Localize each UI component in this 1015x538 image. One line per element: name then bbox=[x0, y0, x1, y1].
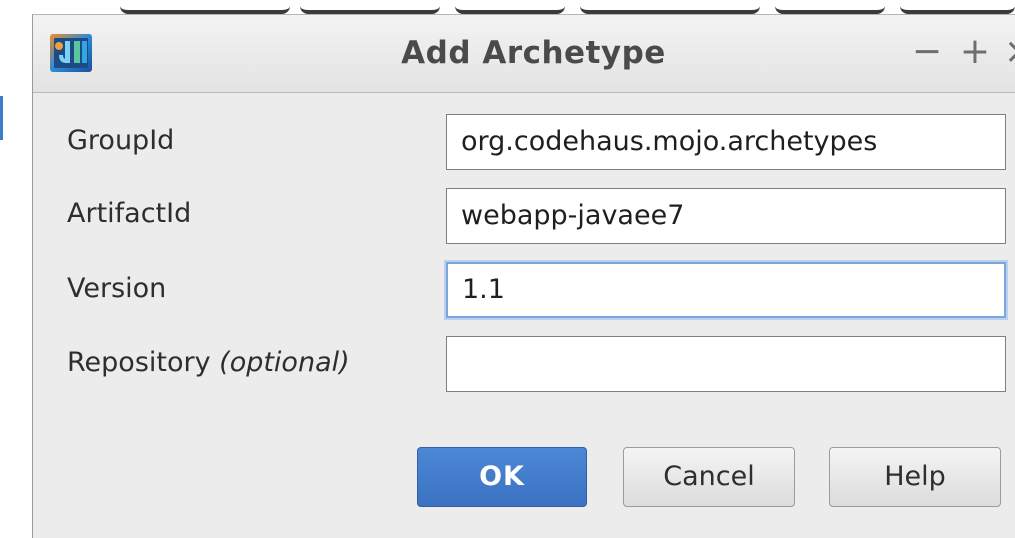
artifact-id-label: ArtifactId bbox=[67, 198, 192, 229]
dialog-titlebar[interactable]: Add Archetype − + × bbox=[33, 15, 1015, 93]
close-button[interactable]: × bbox=[999, 29, 1015, 75]
screenshot-stage: Add Archetype − + × GroupId org.codehaus… bbox=[0, 0, 1015, 538]
maximize-button[interactable]: + bbox=[955, 29, 995, 75]
add-archetype-dialog: Add Archetype − + × GroupId org.codehaus… bbox=[32, 14, 1015, 538]
group-id-field[interactable]: org.codehaus.mojo.archetypes bbox=[446, 114, 1006, 170]
group-id-label: GroupId bbox=[67, 125, 175, 156]
minimize-button[interactable]: − bbox=[907, 29, 947, 75]
help-button[interactable]: Help bbox=[829, 447, 1001, 507]
background-window-selection-edge bbox=[0, 96, 3, 140]
optional-hint: (optional) bbox=[219, 347, 350, 378]
artifact-id-field[interactable]: webapp-javaee7 bbox=[446, 188, 1006, 244]
repository-label-text: Repository bbox=[67, 347, 220, 378]
version-field[interactable]: 1.1 bbox=[446, 262, 1006, 318]
version-label: Version bbox=[67, 273, 167, 304]
dialog-title: Add Archetype bbox=[401, 35, 666, 71]
repository-field[interactable] bbox=[446, 336, 1006, 392]
ok-button[interactable]: OK bbox=[417, 447, 587, 507]
repository-label: Repository (optional) bbox=[67, 347, 350, 378]
cancel-button[interactable]: Cancel bbox=[623, 447, 795, 507]
